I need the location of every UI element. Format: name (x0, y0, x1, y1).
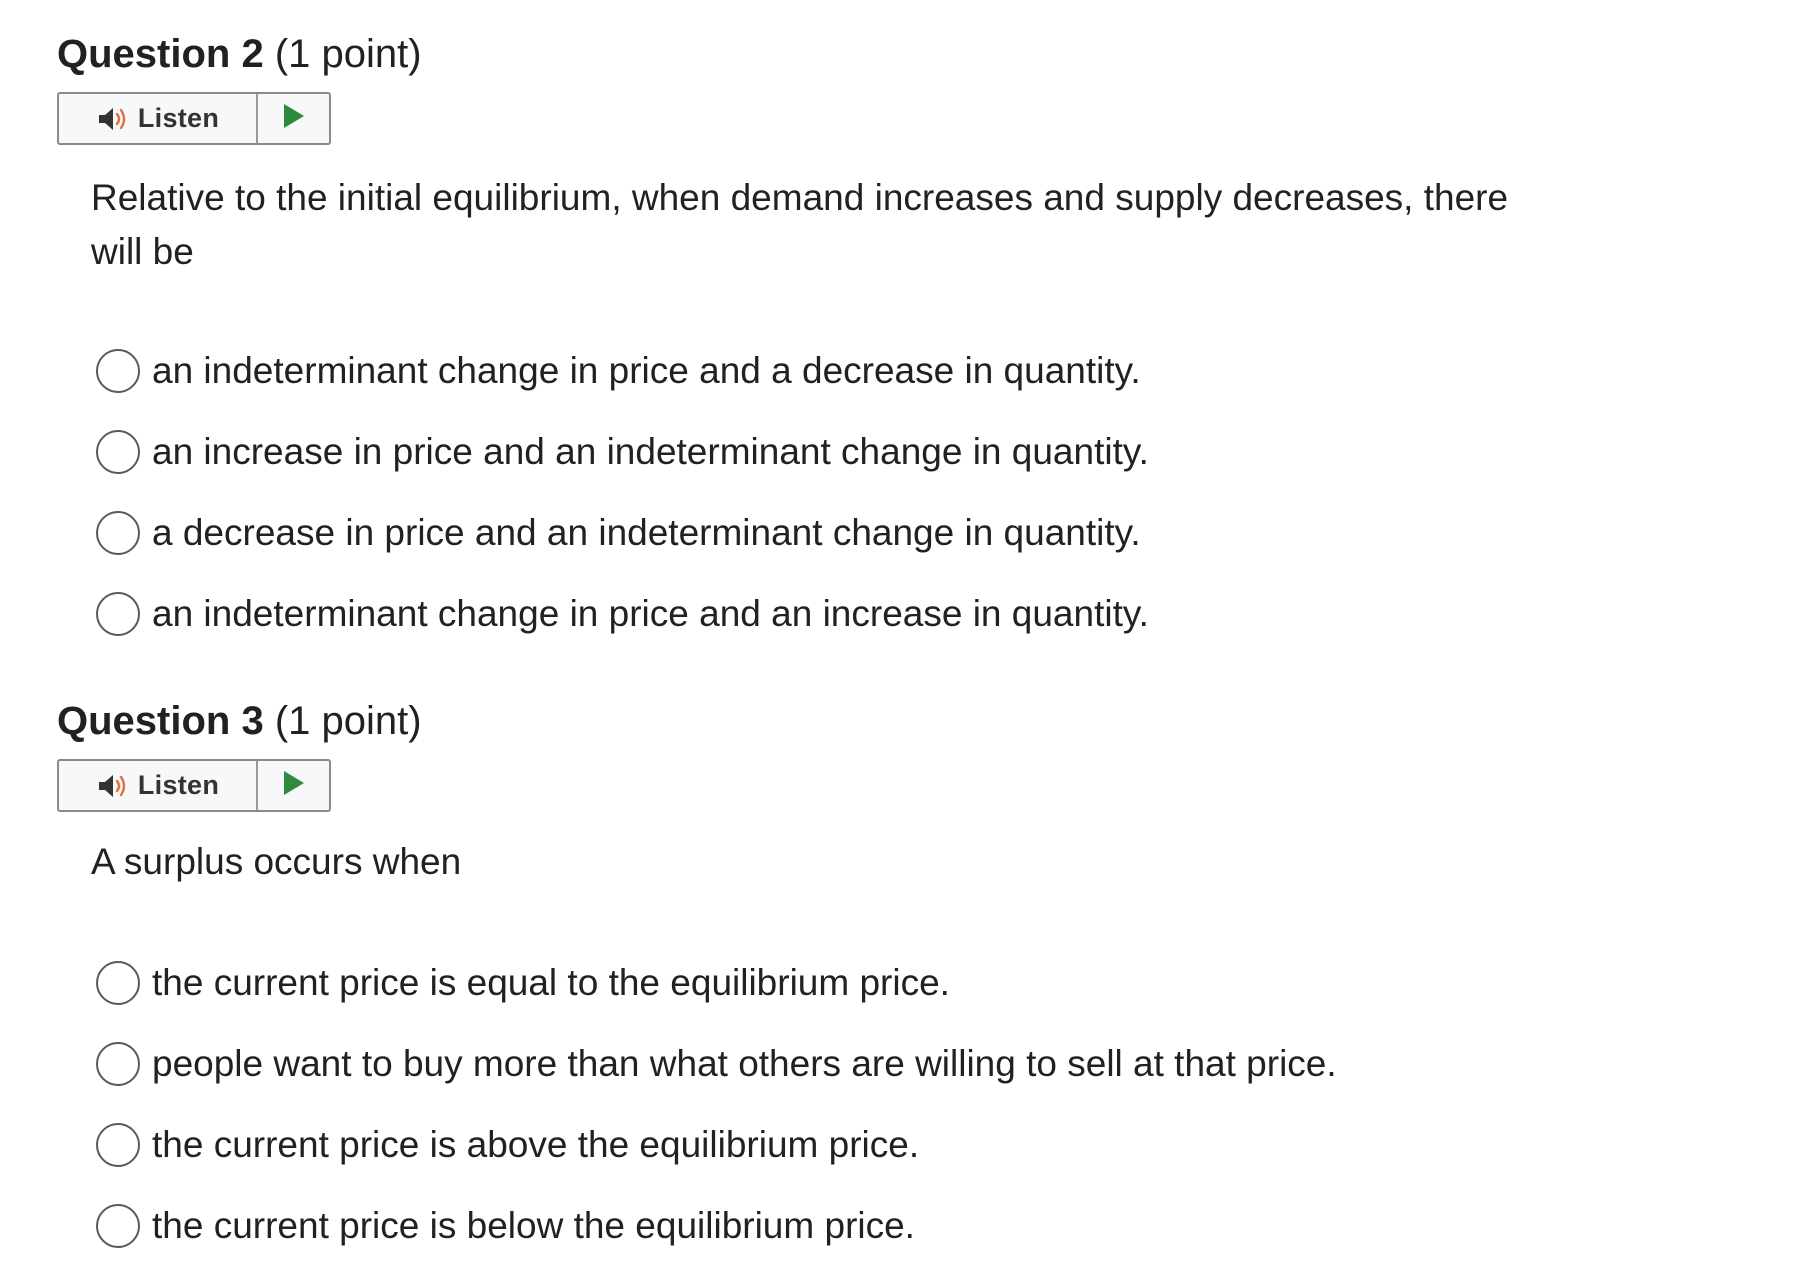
question-heading: Question 2 (1 point) (57, 26, 1757, 82)
question-points: (1 point) (274, 699, 422, 743)
listen-label: Listen (137, 103, 220, 133)
answer-option[interactable]: an increase in price and an indeterminan… (96, 411, 1149, 492)
answer-option[interactable]: the current price is below the equilibri… (96, 1185, 1337, 1266)
option-label[interactable]: the current price is equal to the equili… (152, 962, 950, 1004)
answer-option[interactable]: the current price is equal to the equili… (96, 942, 1337, 1023)
play-icon (282, 103, 306, 134)
radio-button[interactable] (96, 960, 140, 1005)
question-3: Question 3 (1 point) Listen A surplus oc… (57, 693, 1757, 1248)
listen-widget: Listen (57, 92, 331, 145)
option-label[interactable]: the current price is below the equilibri… (152, 1205, 915, 1247)
radio-button[interactable] (96, 1203, 140, 1248)
answer-options: an indeterminant change in price and a d… (96, 330, 1149, 654)
radio-button[interactable] (96, 591, 140, 636)
answer-option[interactable]: an indeterminant change in price and an … (96, 573, 1149, 654)
speaker-icon (96, 772, 130, 800)
answer-options: the current price is equal to the equili… (96, 942, 1337, 1266)
answer-option[interactable]: a decrease in price and an indeterminant… (96, 492, 1149, 573)
speaker-icon (96, 105, 130, 133)
play-icon (282, 770, 306, 801)
question-number: Question 2 (57, 32, 264, 76)
play-button[interactable] (258, 761, 329, 810)
option-label[interactable]: an indeterminant change in price and a d… (152, 350, 1141, 392)
listen-button[interactable]: Listen (59, 761, 258, 810)
question-points: (1 point) (274, 32, 422, 76)
listen-button[interactable]: Listen (59, 94, 258, 143)
question-number: Question 3 (57, 699, 264, 743)
radio-button[interactable] (96, 429, 140, 474)
radio-button[interactable] (96, 510, 140, 555)
answer-option[interactable]: people want to buy more than what others… (96, 1023, 1337, 1104)
question-prompt: Relative to the initial equilibrium, whe… (91, 177, 1509, 272)
question-heading: Question 3 (1 point) (57, 693, 1757, 749)
listen-widget: Listen (57, 759, 331, 812)
play-button[interactable] (258, 94, 329, 143)
question-2: Question 2 (1 point) Listen Relative to … (57, 26, 1757, 636)
option-label[interactable]: an indeterminant change in price and an … (152, 593, 1149, 635)
answer-option[interactable]: the current price is above the equilibri… (96, 1104, 1337, 1185)
option-label[interactable]: a decrease in price and an indeterminant… (152, 512, 1141, 554)
listen-label: Listen (137, 770, 220, 800)
option-label[interactable]: the current price is above the equilibri… (152, 1124, 919, 1166)
answer-option[interactable]: an indeterminant change in price and a d… (96, 330, 1149, 411)
radio-button[interactable] (96, 348, 140, 393)
radio-button[interactable] (96, 1122, 140, 1167)
option-label[interactable]: an increase in price and an indeterminan… (152, 431, 1149, 473)
radio-button[interactable] (96, 1041, 140, 1086)
option-label[interactable]: people want to buy more than what others… (152, 1043, 1337, 1085)
question-prompt: A surplus occurs when (91, 841, 462, 882)
